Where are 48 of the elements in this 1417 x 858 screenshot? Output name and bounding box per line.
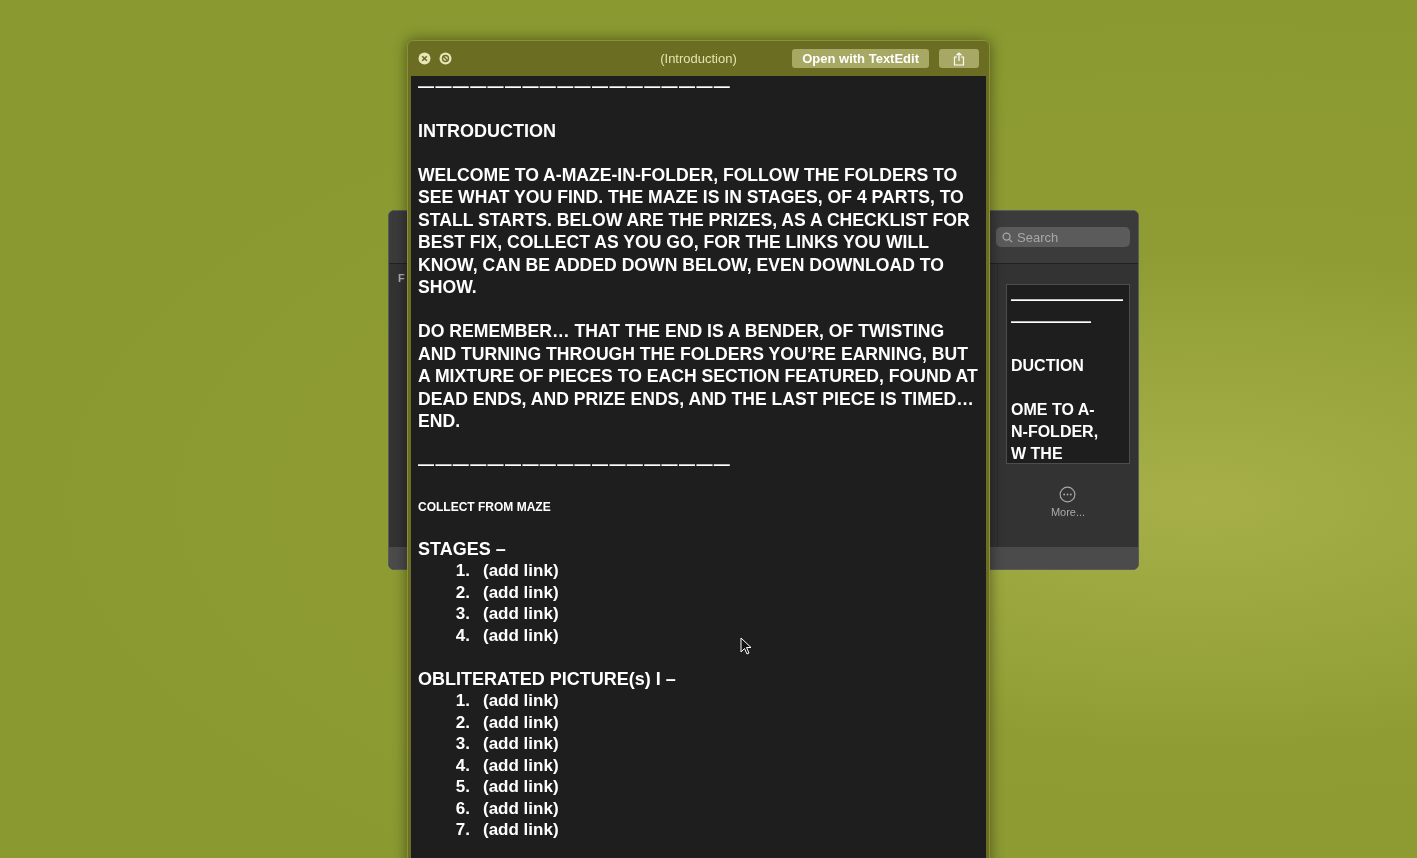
share-button[interactable]	[939, 49, 979, 68]
sidebar-label: F	[398, 272, 405, 284]
list-item-text: (add link)	[483, 777, 559, 798]
preview-text: OME TO A-	[1011, 400, 1095, 420]
ellipsis-circle-icon	[1059, 486, 1077, 503]
close-button[interactable]	[418, 52, 431, 65]
search-icon	[1002, 231, 1013, 243]
list-item-text: (add link)	[483, 755, 559, 776]
list-number: 5.	[455, 777, 470, 798]
list-item-text: (add link)	[483, 734, 559, 755]
preview-text: W THE	[1011, 444, 1063, 463]
section-heading: INTRODUCTION	[418, 120, 556, 142]
list-number: 4.	[455, 755, 470, 776]
list-title: OBLITERATED PICTURE(s) I –	[418, 668, 676, 691]
list-item-text: (add link)	[483, 561, 559, 582]
subheading: COLLECT FROM MAZE	[418, 499, 551, 517]
list-item-text: (add link)	[483, 798, 559, 819]
dashed-rule: ——————————————————	[418, 455, 732, 476]
list-item-text: (add link)	[483, 582, 559, 603]
dashed-rule: ——————————————————	[418, 77, 732, 97]
window-title: (Introduction)	[660, 51, 737, 66]
list-number: 2.	[455, 582, 470, 603]
list-number: 6.	[455, 798, 470, 819]
exit-fullscreen-button[interactable]	[439, 52, 452, 65]
list-number: 1.	[455, 561, 470, 582]
open-with-textedit-button[interactable]: Open with TextEdit	[792, 49, 929, 68]
share-icon	[953, 51, 965, 66]
list-item-text: (add link)	[483, 691, 559, 712]
list-number: 7.	[455, 820, 470, 841]
list-number: 1.	[455, 691, 470, 712]
search-field[interactable]: Search	[996, 227, 1130, 247]
preview-text: DUCTION	[1011, 356, 1084, 376]
list-number: 3.	[455, 734, 470, 755]
mouse-pointer-icon	[740, 637, 752, 655]
preview-text: —————	[1011, 312, 1091, 332]
list-item-text: (add link)	[483, 625, 559, 646]
list-item-text: (add link)	[483, 712, 559, 733]
list-item-text: (add link)	[483, 820, 559, 841]
more-button[interactable]: More...	[1050, 486, 1086, 518]
preview-text: N-FOLDER,	[1011, 422, 1099, 442]
list-number: 4.	[455, 625, 470, 646]
list-item-text: (add link)	[483, 604, 559, 625]
preview-text: ———————	[1011, 290, 1123, 310]
list-title: STAGES –	[418, 538, 506, 561]
paragraph: WELCOME TO A-MAZE-IN-FOLDER, FOLLOW THE FOLDERS TO SEE WHAT YOU FIND. THE MAZE IS IN STAGES, OF 4 PARTS, TO STALL STARTS. BELOW ARE THE PRIZES, AS A CHECKLIST FOR BEST FIX, COLLECT AS YOU GO, FOR THE LINKS YOU WILL KNOW, CAN BE ADDED DOWN BELOW, EVEN DOWNLOAD TO SHOW.	[418, 164, 971, 299]
paragraph: DO REMEMBER… THAT THE END IS A BENDER, OF TWISTING AND TURNING THROUGH THE FOLDERS YOU’RE EARNING, BUT A MIXTURE OF PIECES TO EACH SECTION FEATURED, FOUND AT DEAD ENDS, AND PRIZE ENDS, AND THE LAST PIECE IS TIMED… END.	[418, 320, 979, 433]
list-number: 2.	[455, 712, 470, 733]
list-number: 3.	[455, 604, 470, 625]
